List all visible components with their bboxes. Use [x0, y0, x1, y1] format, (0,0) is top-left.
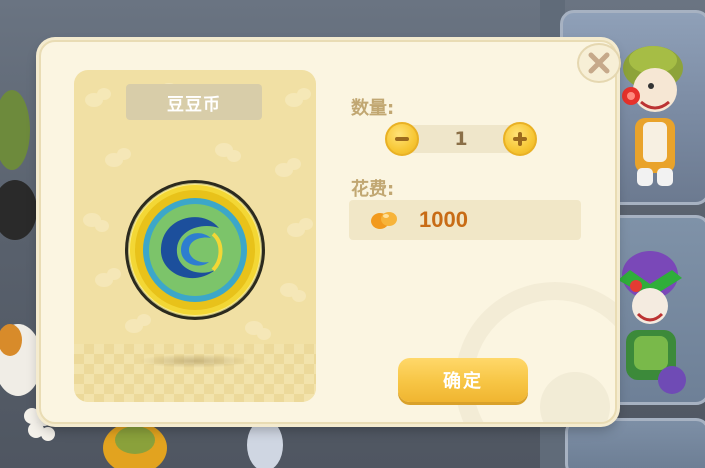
cost-label: 花费: [351, 179, 395, 200]
quantity-value[interactable]: 1 [419, 125, 503, 153]
coin-icon [125, 180, 265, 320]
minus-icon [395, 137, 409, 141]
item-preview-panel: 豆豆币 [74, 70, 316, 402]
quantity-stepper: 1 [385, 122, 537, 156]
background-character-card[interactable] [565, 418, 705, 468]
clown-character-icon [618, 251, 686, 394]
increase-quantity-button[interactable] [503, 122, 537, 156]
confirm-button[interactable]: 确定 [398, 358, 528, 402]
coin-shadow [138, 354, 250, 368]
purchase-dialog: 豆豆币 数量: 1 花费: 1000 确定 [39, 40, 617, 424]
close-icon [588, 52, 610, 74]
decrease-quantity-button[interactable] [385, 122, 419, 156]
bean-currency-icon [371, 212, 397, 229]
quantity-label: 数量: [351, 98, 395, 119]
plus-icon [513, 132, 527, 146]
floor-pattern [74, 344, 316, 402]
item-name-label: 豆豆币 [126, 84, 262, 120]
background-character-icon [0, 90, 42, 396]
close-button[interactable] [577, 43, 621, 83]
cost-display: 1000 [349, 200, 581, 240]
clown-character-icon [622, 46, 683, 186]
cost-amount: 1000 [419, 207, 468, 232]
